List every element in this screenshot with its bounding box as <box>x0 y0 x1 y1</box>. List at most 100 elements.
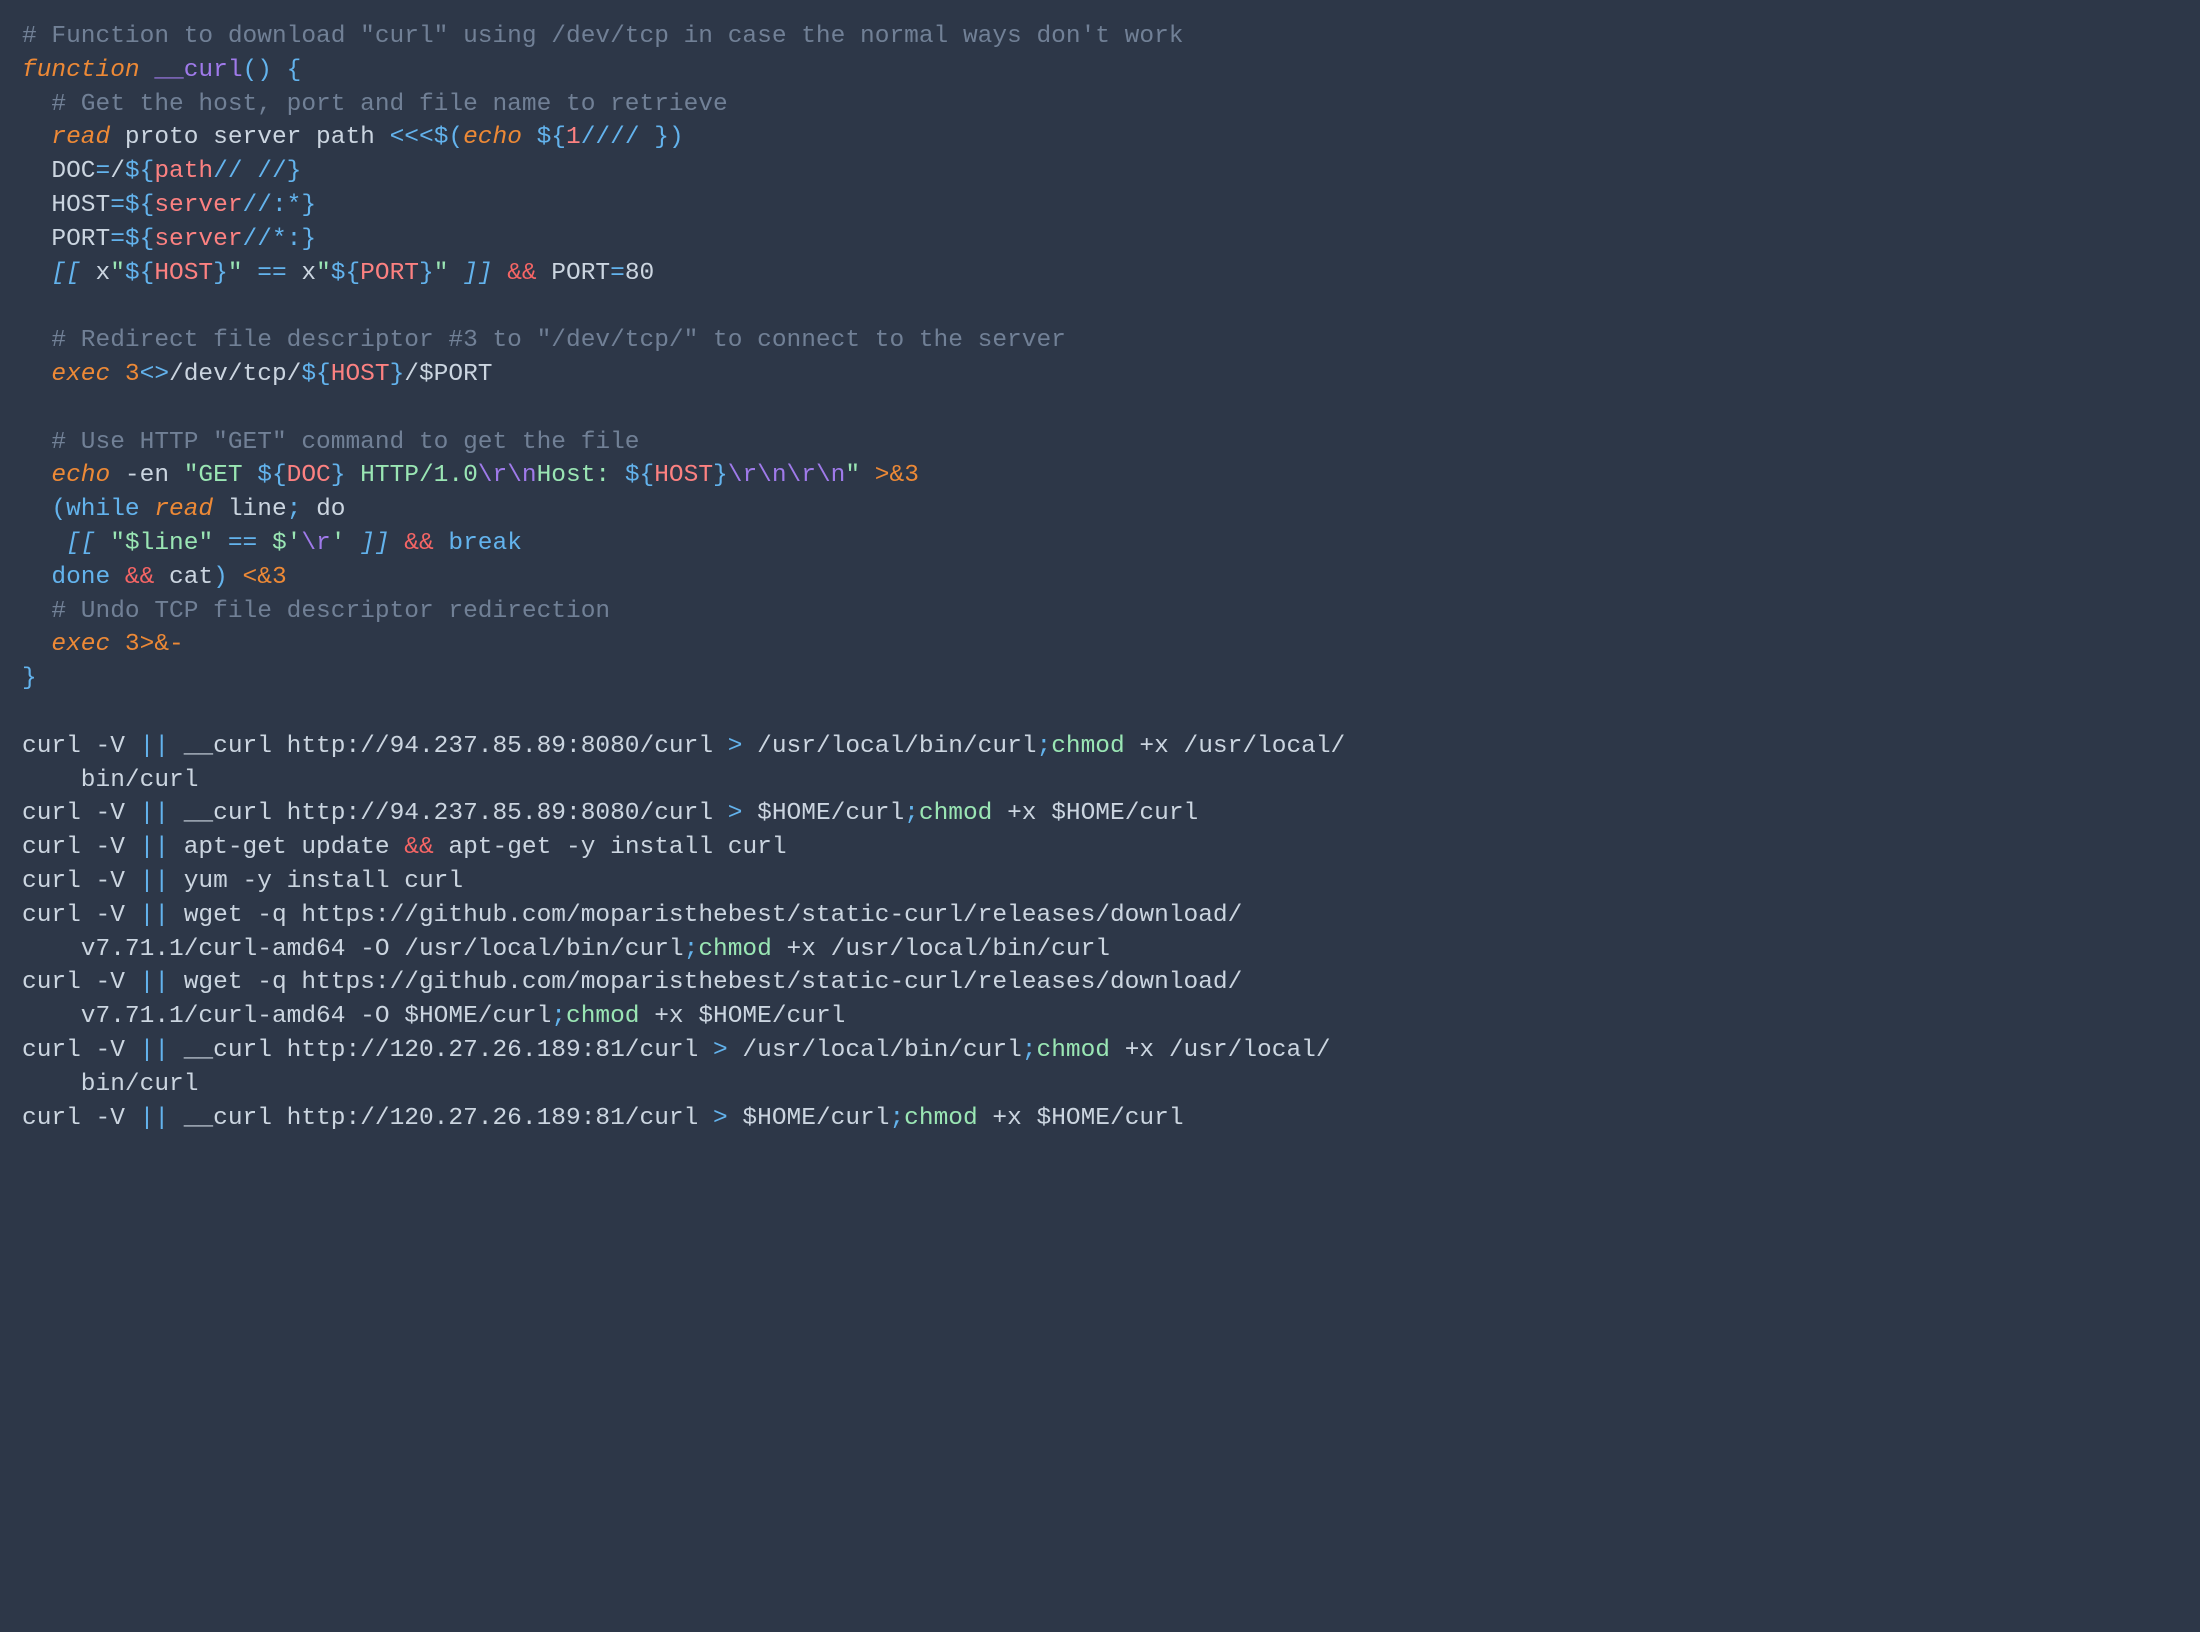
code-token: ${ <box>257 462 286 489</box>
code-token: $' <box>272 530 301 557</box>
code-token: || <box>140 1105 169 1132</box>
code-token: ${ <box>125 226 154 253</box>
code-token: exec <box>51 361 110 388</box>
code-token: = <box>96 158 111 185</box>
code-token: || <box>140 1037 169 1064</box>
code-token: __curl <box>154 57 242 84</box>
code-token: exec <box>51 631 110 658</box>
code-token: > <box>728 800 743 827</box>
code-token: } <box>654 124 669 151</box>
code-token: //:* <box>243 192 302 219</box>
code-token: } <box>713 462 728 489</box>
code-token: // // <box>213 158 287 185</box>
code-token: echo <box>51 462 110 489</box>
code-token: >&- <box>140 631 184 658</box>
code-token: } <box>213 260 228 287</box>
code-token: ; <box>551 1003 566 1030</box>
code-token: read <box>154 496 213 523</box>
code-token: chmod <box>566 1003 640 1030</box>
code-token: } <box>301 192 316 219</box>
code-token: # Use HTTP "GET" command to get the file <box>51 429 639 456</box>
code-token: //// <box>581 124 655 151</box>
code-token: " <box>110 260 125 287</box>
code-token: && <box>404 834 433 861</box>
code-token: # Function to download "curl" using /dev… <box>22 23 1184 50</box>
code-token: && <box>125 564 154 591</box>
code-token: > <box>713 1037 728 1064</box>
code-token: read <box>51 124 110 151</box>
code-token: HOST <box>654 462 713 489</box>
code-token: } <box>390 361 405 388</box>
code-token: " <box>434 260 449 287</box>
code-token: "GET <box>184 462 258 489</box>
code-token: } <box>331 462 346 489</box>
code-token: ${ <box>537 124 566 151</box>
code-token: chmod <box>1037 1037 1111 1064</box>
code-token: " <box>198 530 213 557</box>
code-token: $( <box>434 124 463 151</box>
code-token: ) <box>213 564 228 591</box>
code-token: # Get the host, port and file name to re… <box>51 91 727 118</box>
code-token: == <box>228 530 257 557</box>
code-token: = <box>110 226 125 253</box>
code-token: ]] <box>463 260 492 287</box>
code-token: chmod <box>919 800 993 827</box>
code-token: ${ <box>125 158 154 185</box>
code-token: && <box>507 260 536 287</box>
code-token: DOC <box>287 462 331 489</box>
code-token: = <box>610 260 625 287</box>
code-snippet: # Function to download "curl" using /dev… <box>0 0 2200 1155</box>
code-token: || <box>140 733 169 760</box>
code-token: HOST <box>154 260 213 287</box>
code-token: [[ <box>51 260 80 287</box>
code-token: # Undo TCP file descriptor redirection <box>51 598 610 625</box>
code-token: || <box>140 969 169 996</box>
code-token: <> <box>140 361 169 388</box>
code-token: [[ <box>66 530 95 557</box>
code-token: () { <box>243 57 302 84</box>
code-token: 3 <box>125 361 140 388</box>
code-token: ]] <box>360 530 389 557</box>
code-token: > <box>713 1105 728 1132</box>
code-token: " <box>845 462 860 489</box>
code-token: } <box>22 665 37 692</box>
code-token: 3 <box>125 631 140 658</box>
code-token: 3 <box>904 462 919 489</box>
code-token: ( <box>51 496 66 523</box>
code-token: = <box>110 192 125 219</box>
code-token: PORT <box>360 260 419 287</box>
code-token: ${ <box>625 462 654 489</box>
code-token: HOST <box>331 361 390 388</box>
code-token: <& <box>243 564 272 591</box>
code-token: 1 <box>566 124 581 151</box>
code-token: chmod <box>698 936 772 963</box>
code-token: Host: <box>537 462 625 489</box>
code-token: ; <box>1037 733 1052 760</box>
code-token: ; <box>287 496 316 523</box>
code-token: } <box>301 226 316 253</box>
code-token: HTTP/1.0 <box>345 462 477 489</box>
code-token: <<< <box>390 124 434 151</box>
code-token: && <box>404 530 433 557</box>
code-token: chmod <box>904 1105 978 1132</box>
code-token: ${ <box>331 260 360 287</box>
code-token: //*: <box>243 226 302 253</box>
code-token: 3 <box>272 564 287 591</box>
code-token: ; <box>889 1105 904 1132</box>
code-token: } <box>287 158 302 185</box>
code-token: || <box>140 868 169 895</box>
code-token: || <box>140 834 169 861</box>
code-token: " <box>110 530 125 557</box>
code-token: echo <box>463 124 522 151</box>
code-token: ' <box>331 530 346 557</box>
code-token: \r <box>301 530 330 557</box>
code-token: ${ <box>125 192 154 219</box>
code-token: while <box>66 496 140 523</box>
code-token: ; <box>904 800 919 827</box>
code-token: || <box>140 902 169 929</box>
code-token: done <box>51 564 110 591</box>
code-token: server <box>154 192 242 219</box>
code-token: path <box>154 158 213 185</box>
code-token: # Redirect file descriptor #3 to "/dev/t… <box>51 327 1065 354</box>
code-token: > <box>728 733 743 760</box>
